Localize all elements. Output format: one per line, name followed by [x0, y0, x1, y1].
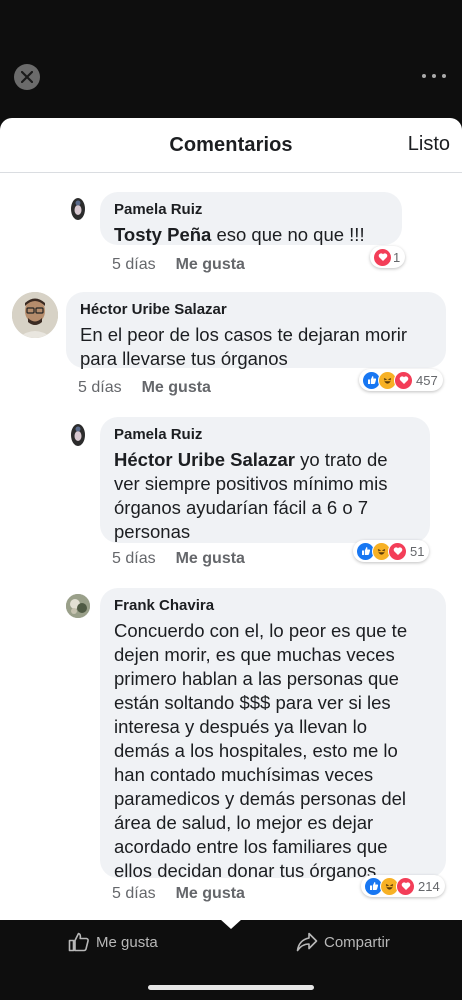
sheet-title: Comentarios: [169, 133, 293, 156]
like-button[interactable]: Me gusta: [176, 550, 245, 568]
avatar[interactable]: [66, 423, 90, 447]
thumbs-up-icon: [68, 932, 89, 952]
reaction-summary[interactable]: 1: [370, 246, 406, 268]
mention[interactable]: Héctor Uribe Salazar: [114, 449, 295, 470]
reaction-count: 51: [410, 543, 425, 559]
done-button[interactable]: Listo: [408, 133, 450, 156]
reaction-count: 214: [418, 878, 440, 894]
reaction-summary[interactable]: 457: [359, 369, 443, 391]
comments-sheet: Comentarios Listo Pamela Ruiz Tosty Peña…: [0, 118, 462, 920]
comment-text: Concuerdo con el, lo peor es que te deje…: [114, 620, 408, 881]
comment-meta: 5 días Me gusta: [112, 550, 245, 568]
share-icon: [296, 932, 318, 952]
post-like-button[interactable]: Me gusta: [68, 932, 158, 952]
comment-bubble[interactable]: Pamela Ruiz Héctor Uribe Salazar yo trat…: [100, 417, 430, 543]
reaction-summary[interactable]: 214: [361, 875, 445, 897]
comment-author[interactable]: Pamela Ruiz: [114, 426, 416, 444]
comment-time: 5 días: [112, 256, 156, 273]
comment-bubble[interactable]: Frank Chavira Concuerdo con el, lo peor …: [100, 588, 446, 881]
love-reaction-icon: [394, 370, 413, 390]
more-dots-icon: [422, 74, 426, 78]
comment-time: 5 días: [78, 379, 122, 396]
reaction-count: 1: [393, 249, 401, 265]
comment-time: 5 días: [112, 550, 156, 567]
avatar[interactable]: [66, 594, 90, 618]
home-indicator[interactable]: [148, 985, 314, 990]
comment-author[interactable]: Héctor Uribe Salazar: [80, 301, 432, 319]
comment-time: 5 días: [112, 885, 156, 902]
comment-author[interactable]: Pamela Ruiz: [114, 201, 388, 219]
comment-text: Tosty Peña eso que no que !!!: [114, 224, 365, 245]
share-label: Compartir: [324, 933, 390, 951]
comment-bubble[interactable]: Pamela Ruiz Tosty Peña eso que no que !!…: [100, 192, 402, 245]
comment-author[interactable]: Frank Chavira: [114, 597, 432, 615]
post-like-label: Me gusta: [96, 933, 158, 951]
like-button[interactable]: Me gusta: [176, 885, 245, 903]
more-options-button[interactable]: [422, 66, 446, 86]
close-icon: [21, 71, 33, 83]
love-reaction-icon: [396, 876, 415, 896]
close-button[interactable]: [14, 64, 40, 90]
sheet-pointer: [220, 919, 242, 929]
comment-meta: 5 días Me gusta: [78, 379, 211, 397]
sheet-header: Comentarios Listo: [0, 118, 462, 173]
love-reaction-icon: [388, 541, 407, 561]
comment-meta: 5 días Me gusta: [112, 885, 245, 903]
reaction-count: 457: [416, 372, 438, 388]
love-reaction-icon: [373, 247, 392, 267]
comment-text: En el peor de los casos te dejaran morir…: [80, 324, 408, 369]
reaction-summary[interactable]: 51: [353, 540, 430, 562]
like-button[interactable]: Me gusta: [176, 256, 245, 274]
mention[interactable]: Tosty Peña: [114, 224, 211, 245]
comment-meta: 5 días Me gusta: [112, 256, 245, 274]
share-button[interactable]: Compartir: [296, 932, 390, 952]
comment-text: Héctor Uribe Salazar yo trato de ver sie…: [114, 449, 388, 542]
like-button[interactable]: Me gusta: [142, 379, 211, 397]
avatar[interactable]: [12, 292, 58, 338]
avatar[interactable]: [66, 197, 90, 221]
comment-bubble[interactable]: Héctor Uribe Salazar En el peor de los c…: [66, 292, 446, 369]
